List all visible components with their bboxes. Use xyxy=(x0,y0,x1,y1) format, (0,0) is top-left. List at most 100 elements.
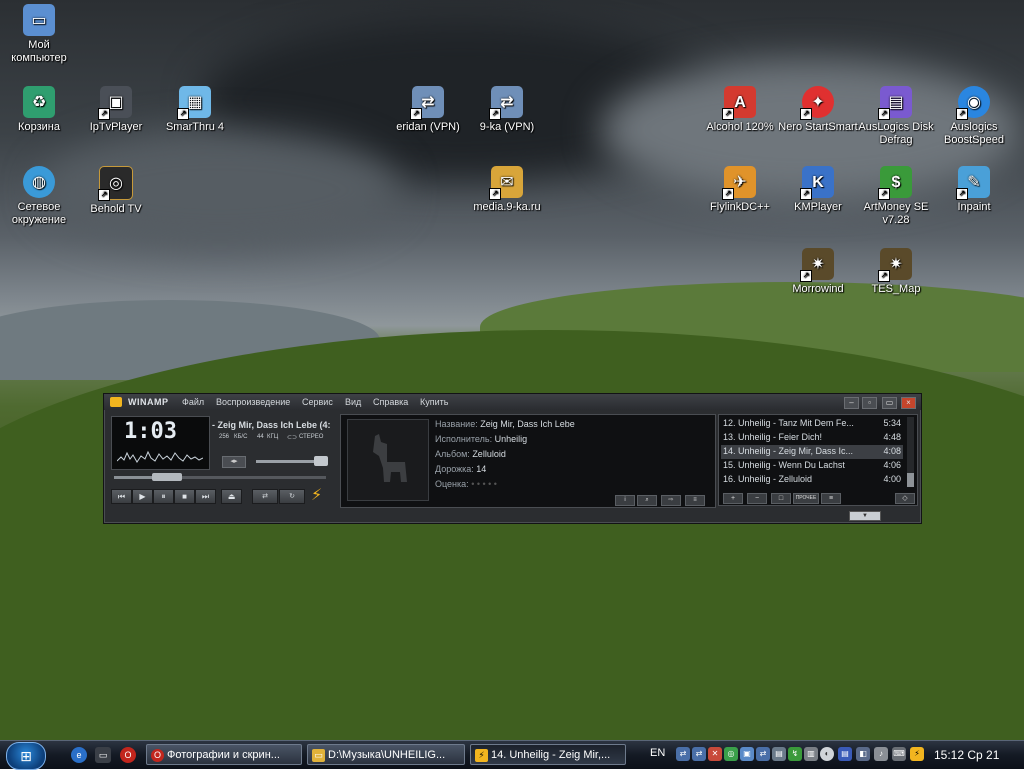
tray-app-icon[interactable]: ▣ xyxy=(740,747,754,761)
desktop-icon-my-computer[interactable]: ▭ Мой компьютер xyxy=(0,4,79,65)
playlist[interactable]: 12. Unheilig - Tanz Mit Dem Fe... 5:34 13… xyxy=(718,414,918,506)
playlist-misc-button[interactable]: ПРОЧЕЕ xyxy=(793,493,819,504)
playlist-remove-button[interactable]: − xyxy=(747,493,767,504)
next-button[interactable]: ⏭ xyxy=(195,489,216,504)
icon-label: IpTvPlayer xyxy=(89,121,143,133)
tray-winamp-icon[interactable]: ⚡ xyxy=(910,747,924,761)
view-options-icon[interactable]: ≡ xyxy=(685,495,705,506)
repeat-button[interactable]: ↻ xyxy=(279,489,305,504)
desktop-icon-morrowind[interactable]: ✷ ↗ Morrowind xyxy=(778,248,858,296)
pause-button[interactable]: ⏸ xyxy=(153,489,174,504)
tray-keyboard-icon[interactable]: ⌨ xyxy=(892,747,906,761)
minimize-button[interactable]: – xyxy=(844,397,859,409)
playlist-options-icon[interactable]: ◇ xyxy=(895,493,915,504)
volume-slider[interactable] xyxy=(256,456,328,466)
playlist-item[interactable]: 13. Unheilig - Feier Dich! 4:48 xyxy=(721,431,903,445)
tray-app-icon[interactable]: ▤ xyxy=(772,747,786,761)
desktop-icon-eridan-vpn[interactable]: ⇄ ↗ eridan (VPN) xyxy=(388,86,468,134)
quick-launch-opera-icon[interactable]: O xyxy=(120,747,136,763)
tray-app-icon[interactable]: ▥ xyxy=(804,747,818,761)
scrollbar-thumb[interactable] xyxy=(907,473,914,487)
task-explorer[interactable]: ▭ D:\Музыка\UNHEILIG... xyxy=(307,744,465,765)
tray-tool-icon[interactable]: ✕ xyxy=(708,747,722,761)
time-display[interactable]: 1:03 xyxy=(111,416,210,470)
playlist-item[interactable]: 12. Unheilig - Tanz Mit Dem Fe... 5:34 xyxy=(721,417,903,431)
shuffle-button[interactable]: ⇄ xyxy=(252,489,278,504)
playlist-select-button[interactable]: □ xyxy=(771,493,791,504)
desktop-icon-9ka-vpn[interactable]: ⇄ ↗ 9-ka (VPN) xyxy=(467,86,547,134)
desktop-icon-media-9ka[interactable]: ✉ ↗ media.9-ka.ru xyxy=(467,166,547,214)
stop-button[interactable]: ■ xyxy=(174,489,195,504)
smarthru-icon: ▦ ↗ xyxy=(177,86,211,120)
visualizer[interactable] xyxy=(117,447,203,465)
info-rating[interactable]: Оценка: • • • • • xyxy=(435,479,497,489)
play-button[interactable]: ▶ xyxy=(132,489,153,504)
info-button[interactable]: i xyxy=(615,495,635,506)
playlist-scrollbar[interactable] xyxy=(907,417,914,487)
language-indicator[interactable]: EN xyxy=(650,747,665,759)
tray-antivirus-icon[interactable]: ◐ xyxy=(820,747,834,761)
eject-button[interactable]: ⏏ xyxy=(221,489,242,504)
quick-launch-desktop-icon[interactable]: ▭ xyxy=(95,747,111,763)
desktop-icon-inpaint[interactable]: ✎ ↗ Inpaint xyxy=(934,166,1014,214)
task-winamp[interactable]: ⚡ 14. Unheilig - Zeig Mir,... xyxy=(470,744,626,765)
tray-network-icon[interactable]: ⇄ xyxy=(692,747,706,761)
send-to-icon[interactable]: ⇨ xyxy=(661,495,681,506)
tray-network-icon[interactable]: ⇄ xyxy=(676,747,690,761)
volume-knob[interactable] xyxy=(313,456,328,466)
menu-buy[interactable]: Купить xyxy=(420,397,448,407)
elapsed-time[interactable]: 1:03 xyxy=(124,419,177,444)
tray-flylink-icon[interactable]: ↯ xyxy=(788,747,802,761)
desktop-icon-artmoney[interactable]: $ ↗ ArtMoney SE v7.28 xyxy=(856,166,936,227)
winamp-titlebar[interactable]: WINAMP Файл Воспроизведение Сервис Вид С… xyxy=(104,394,921,410)
balance-button[interactable]: ◂▸ xyxy=(222,456,246,468)
tray-network-icon[interactable]: ⇄ xyxy=(756,747,770,761)
clock[interactable]: 15:12 Ср 21 xyxy=(934,748,999,762)
desktop-icon-nero[interactable]: ✦ ↗ Nero StartSmart xyxy=(778,86,858,134)
album-art-placeholder-icon[interactable] xyxy=(347,419,429,501)
bitrate-unit: КБ/С xyxy=(234,434,248,440)
desktop-icon-flylinkdc[interactable]: ✈ ↗ FlylinkDC++ xyxy=(700,166,780,214)
desktop-icon-behold-tv[interactable]: ◎ ↗ Behold TV xyxy=(76,166,156,216)
playlist-item-selected[interactable]: 14. Unheilig - Zeig Mir, Dass Ic... 4:08 xyxy=(721,445,903,459)
desktop-icon-alcohol[interactable]: A ↗ Alcohol 120% xyxy=(700,86,780,134)
start-button[interactable]: ⊞ xyxy=(6,742,46,770)
tray-app-icon[interactable]: ◧ xyxy=(856,747,870,761)
tray-green-icon[interactable]: ◎ xyxy=(724,747,738,761)
tray-volume-icon[interactable]: ♪ xyxy=(874,747,888,761)
task-opera[interactable]: O Фотографии и скрин... xyxy=(146,744,302,765)
menu-help[interactable]: Справка xyxy=(373,397,408,407)
icon-label: Behold TV xyxy=(90,203,142,215)
winamp-window[interactable]: WINAMP Файл Воспроизведение Сервис Вид С… xyxy=(103,393,922,524)
desktop-icon-recycle-bin[interactable]: ♻ Корзина xyxy=(0,86,79,134)
desktop-icon-smarthru[interactable]: ▦ ↗ SmarThru 4 xyxy=(155,86,235,134)
expand-arrow-icon[interactable]: ▼ xyxy=(849,511,881,521)
tray-flag-icon[interactable]: ▤ xyxy=(838,747,852,761)
winamp-bolt-icon[interactable]: ⚡ xyxy=(311,485,322,505)
desktop-icon-defrag[interactable]: ▤ ↗ AusLogics Disk Defrag xyxy=(856,86,936,147)
menu-playback[interactable]: Воспроизведение xyxy=(216,397,290,407)
desktop-icon-iptvplayer[interactable]: ▣ ↗ IpTvPlayer xyxy=(76,86,156,134)
song-ticker[interactable]: - Zeig Mir, Dass Ich Lebe (4:08) xyxy=(212,420,330,430)
playlist-manage-button[interactable]: ≡ xyxy=(821,493,841,504)
restore-button[interactable]: ▫ xyxy=(862,397,877,409)
desktop-icon-tes-map[interactable]: ✷ ↗ TES_Map xyxy=(856,248,936,296)
shade-button[interactable]: ▭ xyxy=(882,397,897,409)
desktop-icon-network-places[interactable]: ◍ Сетевое окружение xyxy=(0,166,79,227)
folder-icon: ▭ xyxy=(312,749,325,762)
search-icon[interactable]: ⌕ xyxy=(637,495,657,506)
menu-tools[interactable]: Сервис xyxy=(302,397,333,407)
close-button[interactable]: × xyxy=(901,397,916,409)
menu-view[interactable]: Вид xyxy=(345,397,361,407)
seek-knob[interactable] xyxy=(152,473,182,481)
seek-bar[interactable] xyxy=(114,473,326,481)
desktop-icon-boostspeed[interactable]: ◉ ↗ Auslogics BoostSpeed xyxy=(934,86,1014,147)
previous-button[interactable]: ⏮ xyxy=(111,489,132,504)
playlist-item[interactable]: 15. Unheilig - Wenn Du Lachst 4:06 xyxy=(721,459,903,473)
desktop-icon-kmplayer[interactable]: K ↗ KMPlayer xyxy=(778,166,858,214)
playlist-add-button[interactable]: + xyxy=(723,493,743,504)
winamp-logo-icon[interactable] xyxy=(110,397,122,407)
playlist-item[interactable]: 16. Unheilig - Zelluloid 4:00 xyxy=(721,473,903,487)
menu-file[interactable]: Файл xyxy=(182,397,204,407)
quick-launch-ie-icon[interactable]: e xyxy=(71,747,87,763)
